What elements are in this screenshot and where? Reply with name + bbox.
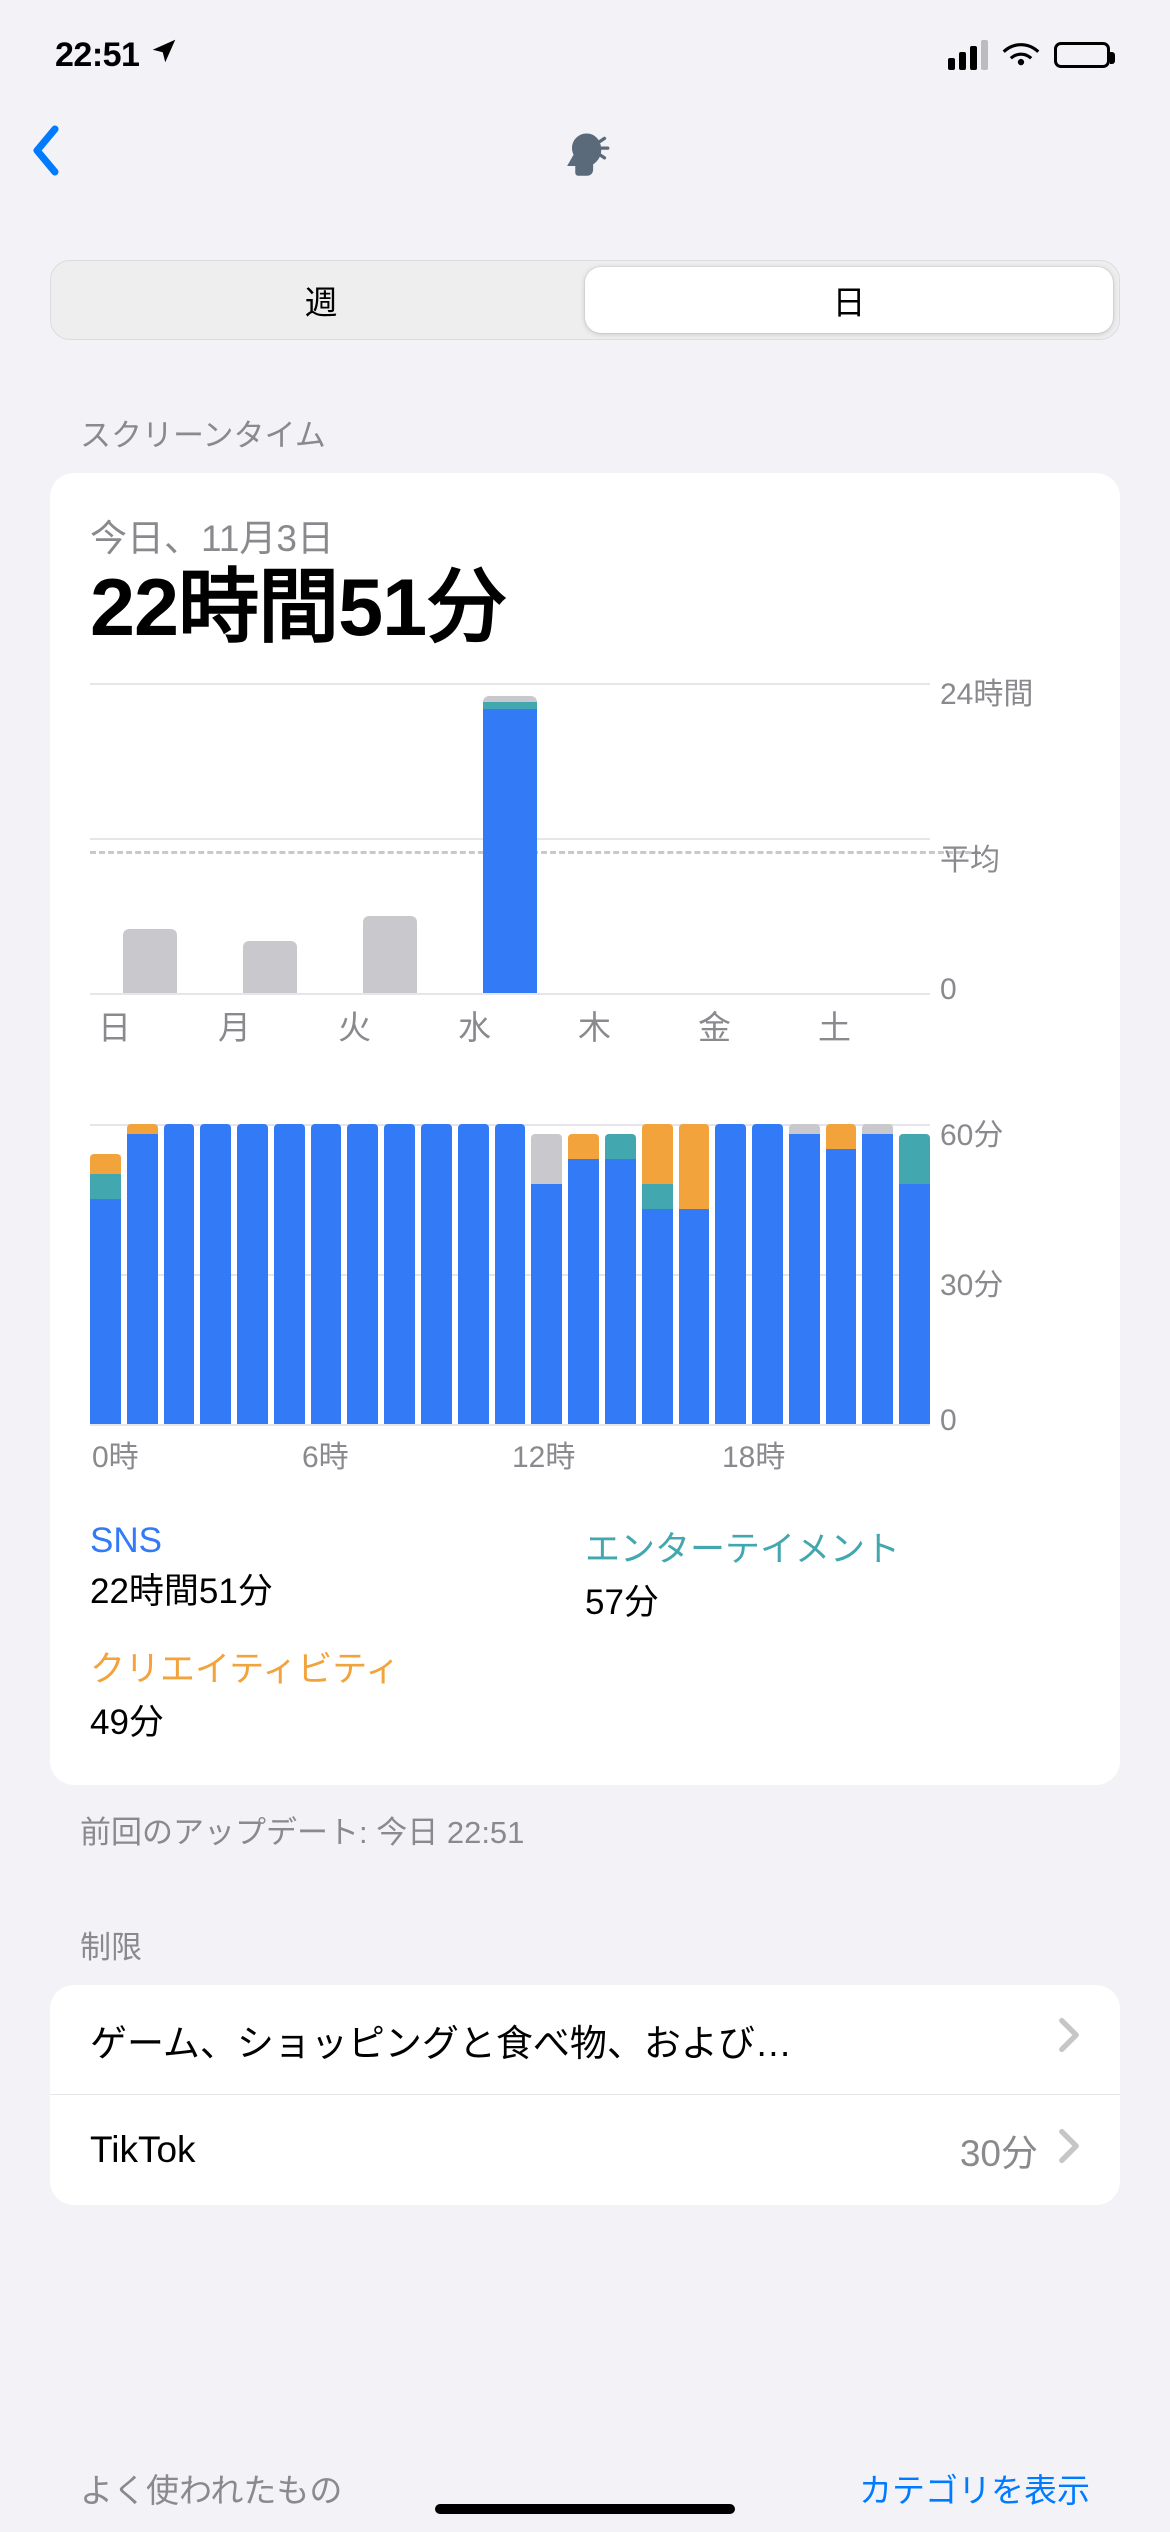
category-legend: SNS22時間51分エンターテイメント57分クリエイティビティ49分 <box>90 1521 1080 1745</box>
weekly-y-labels: 24時間 平均 0 <box>940 683 1090 993</box>
hourly-bar <box>679 1124 710 1424</box>
hourly-bar <box>347 1124 378 1424</box>
category-value: 22時間51分 <box>90 1563 585 1614</box>
status-time: 22:51 <box>55 36 139 75</box>
hourly-bar <box>164 1124 195 1424</box>
chevron-right-icon <box>1058 2128 1080 2173</box>
show-categories-button[interactable]: カテゴリを表示 <box>859 2464 1090 2512</box>
segment-week[interactable]: 週 <box>57 267 585 333</box>
limits-label: TikTok <box>90 2129 960 2171</box>
limits-row[interactable]: TikTok30分 <box>50 2095 1120 2205</box>
hourly-bar <box>642 1124 673 1424</box>
weekly-chart[interactable]: 24時間 平均 0 日月火水木金土 <box>90 683 1080 1049</box>
weekly-bar <box>123 929 177 994</box>
hourly-bar <box>752 1124 783 1424</box>
category-label: クリエイティビティ <box>90 1641 585 1692</box>
category-value: 57分 <box>585 1574 1080 1625</box>
hourly-bar <box>90 1154 121 1424</box>
status-bar: 22:51 <box>0 0 1170 110</box>
cellular-icon <box>948 40 988 70</box>
hourly-bar <box>531 1134 562 1424</box>
most-used-title: よく使われたもの <box>80 2464 342 2512</box>
hourly-bar <box>237 1124 268 1424</box>
segmented-week-day: 週 日 <box>50 260 1120 340</box>
battery-icon <box>1054 42 1110 68</box>
segment-day[interactable]: 日 <box>585 267 1113 333</box>
hourly-y-labels: 60分 30分 0 <box>940 1124 1090 1424</box>
hourly-bar <box>862 1124 893 1424</box>
hourly-bar <box>495 1124 526 1424</box>
category-label: SNS <box>90 1521 585 1561</box>
limits-list: ゲーム、ショッピングと食べ物、および… TikTok30分 <box>50 1985 1120 2205</box>
weekly-plot-area <box>90 683 930 993</box>
chevron-right-icon <box>1058 2017 1080 2062</box>
hourly-bar <box>826 1124 857 1424</box>
weekly-bar <box>483 696 537 993</box>
hourly-bar <box>274 1124 305 1424</box>
hourly-bar <box>458 1124 489 1424</box>
weekly-bar <box>243 941 297 993</box>
hourly-bar <box>715 1124 746 1424</box>
category-item[interactable]: クリエイティビティ49分 <box>90 1641 585 1745</box>
hourly-x-labels: 0時6時12時18時 <box>90 1432 930 1476</box>
weekly-bar <box>363 916 417 994</box>
hourly-bar <box>200 1124 231 1424</box>
category-item[interactable] <box>585 1641 1080 1745</box>
back-button[interactable] <box>28 126 64 185</box>
nav-bar <box>0 110 1170 200</box>
summary-date: 今日、11月3日 <box>90 508 1080 562</box>
hourly-chart[interactable]: 60分 30分 0 0時6時12時18時 <box>90 1124 1080 1476</box>
hourly-bar <box>789 1124 820 1424</box>
category-value: 49分 <box>90 1694 585 1745</box>
updated-text: 前回のアップデート: 今日 22:51 <box>0 1785 1170 1852</box>
section-title-limits: 制限 <box>0 1852 1170 1985</box>
hourly-bar <box>568 1134 599 1424</box>
home-indicator[interactable] <box>435 2504 735 2514</box>
speaking-head-icon <box>559 127 611 184</box>
limits-row[interactable]: ゲーム、ショッピングと食べ物、および… <box>50 1985 1120 2095</box>
category-label: エンターテイメント <box>585 1521 1080 1572</box>
hourly-bar <box>899 1134 930 1424</box>
hourly-bar <box>384 1124 415 1424</box>
section-title-screentime: スクリーンタイム <box>0 340 1170 473</box>
limits-label: ゲーム、ショッピングと食べ物、および… <box>90 2013 1058 2067</box>
wifi-icon <box>1002 36 1040 75</box>
limits-value: 30分 <box>960 2123 1038 2177</box>
category-item[interactable]: エンターテイメント57分 <box>585 1521 1080 1625</box>
hourly-plot-area <box>90 1124 930 1424</box>
hourly-bar <box>605 1134 636 1424</box>
location-icon <box>149 36 179 75</box>
weekly-x-labels: 日月火水木金土 <box>90 1001 930 1049</box>
screentime-card: 今日、11月3日 22時間51分 24時間 平均 0 日月火水木金土 60分 3… <box>50 473 1120 1785</box>
category-item[interactable]: SNS22時間51分 <box>90 1521 585 1625</box>
summary-total: 22時間51分 <box>90 564 1080 653</box>
hourly-bar <box>421 1124 452 1424</box>
hourly-bar <box>311 1124 342 1424</box>
hourly-bar <box>127 1124 158 1424</box>
